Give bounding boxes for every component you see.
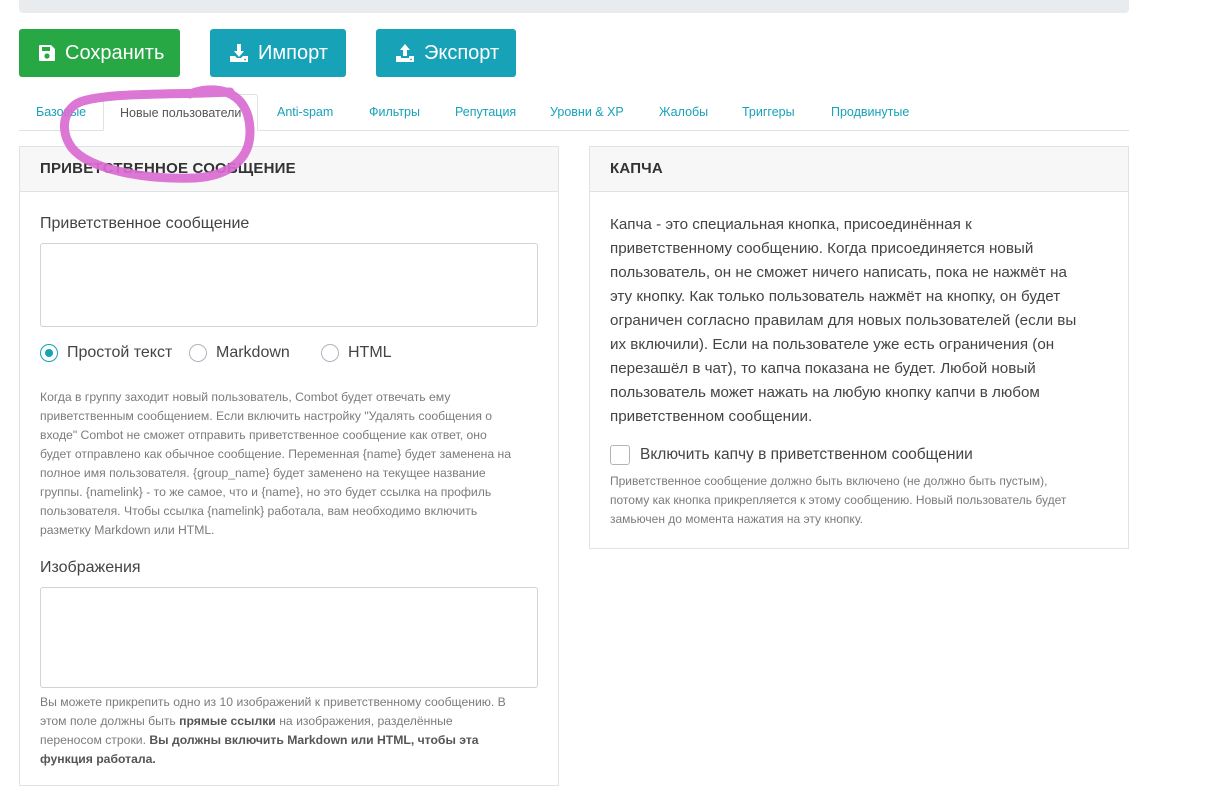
welcome-message-card: ПРИВЕТСТВЕННОЕ СООБЩЕНИЕ Приветственное … <box>19 146 559 786</box>
save-button[interactable]: Сохранить <box>19 29 180 77</box>
help-line: Приветственное сообщение должно быть вкл… <box>610 474 1048 488</box>
welcome-message-textarea[interactable] <box>40 243 538 327</box>
radio-markdown-label: Markdown <box>216 344 290 361</box>
images-help: Вы можете прикрепить одно из 10 изображе… <box>40 693 540 769</box>
enable-captcha-checkbox-row[interactable]: Включить капчу в приветственном сообщени… <box>610 445 973 465</box>
top-bar <box>19 0 1129 13</box>
description-line: пользователь, он не сможет ничего написа… <box>610 264 1067 281</box>
radio-html-indicator[interactable] <box>321 344 339 362</box>
images-textarea[interactable] <box>40 587 538 688</box>
radio-plain-text[interactable]: Простой текст <box>40 344 172 362</box>
description-line: приветственному сообщению. Когда присоед… <box>610 240 1034 257</box>
enable-captcha-label: Включить капчу в приветственном сообщени… <box>640 446 973 463</box>
help-line: потому как кнопка прикрепляется к этому … <box>610 493 1067 507</box>
radio-html[interactable]: HTML <box>321 344 392 362</box>
help-line: Когда в группу заходит новый пользовател… <box>40 390 451 404</box>
images-label: Изображения <box>40 559 141 576</box>
tab-reports[interactable]: Жалобы <box>659 94 708 130</box>
radio-plain-text-indicator[interactable] <box>40 344 58 362</box>
settings-tabs: Базовые Новые пользователи Anti-spam Фил… <box>19 94 1129 131</box>
export-button-label: Экспорт <box>424 41 500 64</box>
captcha-card-header: КАПЧА <box>590 147 1128 192</box>
tab-new-users[interactable]: Новые пользователи <box>103 94 259 131</box>
description-line: перезашёл в чат), то капча показана не б… <box>610 360 1036 377</box>
help-line: разметку Markdown или HTML. <box>40 523 215 537</box>
save-button-label: Сохранить <box>65 41 165 64</box>
images-help-line-3: переносом строки. Вы должны включить Mar… <box>40 733 479 747</box>
images-help-line-1: Вы можете прикрепить одно из 10 изображе… <box>40 695 506 709</box>
captcha-help: Приветственное сообщение должно быть вкл… <box>610 472 1110 529</box>
description-line: их включили). Если на пользователе уже е… <box>610 336 1055 353</box>
tab-advanced[interactable]: Продвинутые <box>831 94 909 130</box>
tab-reputation[interactable]: Репутация <box>455 94 516 130</box>
help-line: приветственным сообщением. Если включить… <box>40 409 493 423</box>
welcome-message-help: Когда в группу заходит новый пользовател… <box>40 388 540 540</box>
description-line: пользователь может нажать на любую кнопк… <box>610 384 1040 401</box>
description-line: Капча - это специальная кнопка, присоеди… <box>610 216 972 233</box>
tab-triggers[interactable]: Триггеры <box>742 94 795 130</box>
radio-plain-text-label: Простой текст <box>67 344 173 361</box>
help-line: группы. {namelink} - то же самое, что и … <box>40 485 492 499</box>
upload-icon <box>395 43 415 63</box>
help-line: входе" Combot не сможет отправить привет… <box>40 428 487 442</box>
welcome-card-header: ПРИВЕТСТВЕННОЕ СООБЩЕНИЕ <box>20 147 558 192</box>
help-line: пользователя. Чтобы ссылка {namelink} ра… <box>40 504 478 518</box>
images-help-line-2: этом поле должны быть прямые ссылки на и… <box>40 714 453 728</box>
description-line: ограничен согласно правилам для новых по… <box>610 312 1077 329</box>
radio-markdown[interactable]: Markdown <box>189 344 290 362</box>
radio-markdown-indicator[interactable] <box>189 344 207 362</box>
help-line: полное имя пользователя. {group_name} бу… <box>40 466 486 480</box>
import-button-label: Импорт <box>258 41 328 64</box>
import-button[interactable]: Импорт <box>210 29 346 77</box>
floppy-disk-icon <box>38 44 56 62</box>
tab-basic[interactable]: Базовые <box>36 94 86 130</box>
description-line: приветственном сообщении. <box>610 408 813 425</box>
description-line: эту кнопку. Как только пользователь нажм… <box>610 288 1061 305</box>
captcha-card: КАПЧА Капча - это специальная кнопка, пр… <box>589 146 1129 549</box>
message-format-radio-group: Простой текст Markdown HTML <box>40 344 540 366</box>
help-line: замьючен до момента нажатия на эту кнопк… <box>610 512 863 526</box>
tab-levels-xp[interactable]: Уровни & XP <box>550 94 624 130</box>
tab-anti-spam[interactable]: Anti-spam <box>277 94 333 130</box>
download-icon <box>229 43 249 63</box>
help-line: будет отправлено как обычное сообщение. … <box>40 447 512 461</box>
enable-captcha-checkbox[interactable] <box>610 445 630 465</box>
captcha-description: Капча - это специальная кнопка, присоеди… <box>610 213 1110 429</box>
export-button[interactable]: Экспорт <box>376 29 516 77</box>
radio-html-label: HTML <box>348 344 392 361</box>
welcome-message-label: Приветственное сообщение <box>40 215 250 232</box>
images-help-line-4: функция работала. <box>40 752 156 766</box>
tab-filters[interactable]: Фильтры <box>369 94 420 130</box>
